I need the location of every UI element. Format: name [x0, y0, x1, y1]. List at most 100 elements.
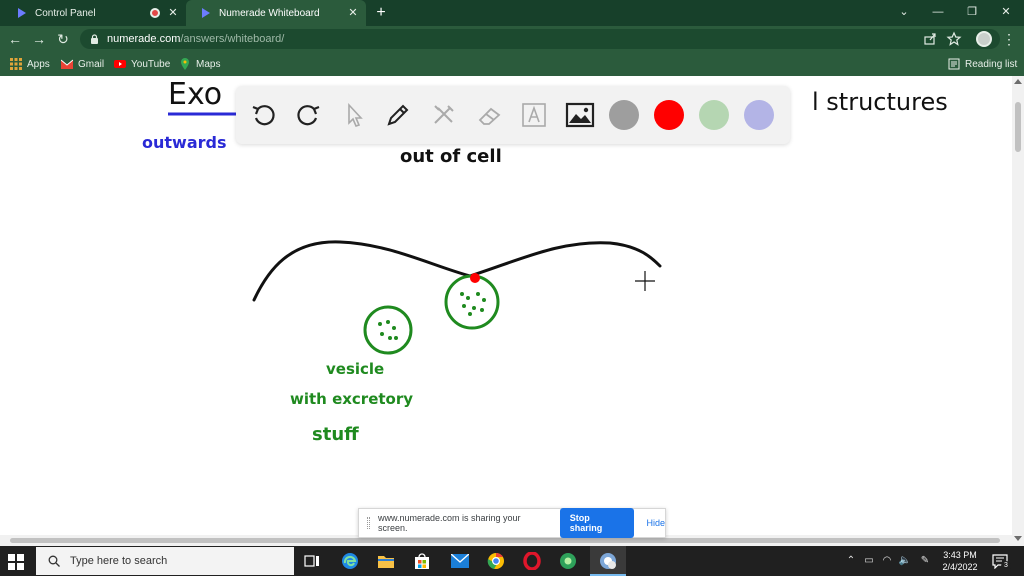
clock-date: 2/4/2022	[942, 562, 978, 572]
search-icon	[48, 555, 60, 567]
search-placeholder: Type here to search	[70, 555, 168, 567]
clock[interactable]: 3:43 PM 2/4/2022	[938, 549, 982, 573]
pen-icon	[387, 104, 409, 126]
lock-icon	[91, 34, 98, 44]
tab-title: Control Panel	[35, 7, 96, 19]
whiteboard-drawing: Exo l structures outwards out of cell ve…	[142, 77, 948, 445]
tab-strip: Control Panel ✕ Numerade Whiteboard ✕ + …	[0, 0, 1024, 26]
back-button[interactable]: ←	[6, 30, 24, 48]
bookmark-label: YouTube	[131, 58, 171, 70]
scroll-up-arrow-icon[interactable]	[1014, 79, 1022, 84]
fusing-vesicle	[444, 274, 500, 330]
forward-button[interactable]: →	[30, 30, 48, 48]
image-tool[interactable]	[564, 99, 596, 131]
bookmark-gmail[interactable]: Gmail	[61, 57, 104, 71]
undo-icon	[252, 105, 275, 126]
tools-icon	[434, 105, 454, 124]
red-marker-dot	[470, 273, 480, 283]
reading-list-button[interactable]: Reading list	[948, 57, 1017, 71]
color-red-swatch[interactable]	[654, 100, 684, 130]
edge-dev-icon[interactable]	[558, 551, 578, 571]
windows-taskbar: Type here to search ⌃ ▭ ◠ 🔈 ✎ 3:43 PM 2/…	[0, 546, 1024, 576]
tab-title: Numerade Whiteboard	[219, 7, 320, 19]
handwritten-vesicle: vesicle	[326, 360, 384, 378]
chrome-icon[interactable]	[486, 551, 506, 571]
url-path: /answers/whiteboard/	[180, 33, 285, 45]
reload-button[interactable]: ↻	[54, 30, 72, 48]
opera-icon[interactable]	[522, 551, 542, 571]
eraser-icon	[478, 107, 501, 125]
taskbar-search-box[interactable]: Type here to search	[36, 547, 294, 575]
whiteboard-canvas[interactable]: Exo l structures outwards out of cell ve…	[0, 76, 1012, 546]
close-tab-icon[interactable]: ✕	[346, 6, 360, 20]
tab-numerade-whiteboard[interactable]: Numerade Whiteboard ✕	[186, 0, 366, 26]
horizontal-scroll-thumb[interactable]	[10, 538, 1000, 543]
tab-search-button[interactable]: ⌄	[894, 3, 914, 21]
address-bar[interactable]: numerade.com/answers/whiteboard/	[80, 29, 1000, 49]
close-window-button[interactable]: ✕	[996, 3, 1016, 21]
vertical-scrollbar[interactable]	[1012, 76, 1024, 546]
stop-sharing-button[interactable]: Stop sharing	[559, 508, 635, 538]
share-icon[interactable]	[922, 31, 938, 47]
hide-button[interactable]: Hide	[646, 518, 665, 528]
file-explorer-icon[interactable]	[376, 551, 396, 571]
url-domain: numerade.com	[107, 33, 181, 45]
apps-grid-icon	[10, 58, 22, 70]
cell-membrane-line	[252, 240, 662, 302]
volume-icon[interactable]: 🔈	[898, 554, 912, 568]
scroll-thumb[interactable]	[1015, 102, 1021, 152]
network-icon[interactable]: ◠	[880, 554, 894, 568]
bookmark-star-icon[interactable]	[946, 31, 962, 47]
notification-count-badge: 3	[1001, 561, 1011, 571]
restore-button[interactable]: ❐	[962, 3, 982, 21]
handwritten-heading-right: l structures	[812, 88, 948, 116]
color-green-swatch[interactable]	[699, 100, 729, 130]
tools-button[interactable]	[428, 99, 460, 131]
screen: Control Panel ✕ Numerade Whiteboard ✕ + …	[0, 0, 1024, 576]
bookmark-youtube[interactable]: YouTube	[114, 57, 170, 71]
numerade-logo-icon	[202, 8, 210, 18]
bookmark-label: Apps	[27, 58, 50, 70]
share-message: www.numerade.com is sharing your screen.	[378, 513, 521, 533]
tray-chevron-icon[interactable]: ⌃	[844, 554, 858, 568]
new-tab-button[interactable]: +	[372, 4, 390, 22]
color-gray-swatch[interactable]	[609, 100, 639, 130]
chrome-profile-icon[interactable]	[598, 551, 618, 571]
eraser-tool[interactable]	[474, 99, 506, 131]
bookmarks-bar: Apps Gmail YouTube Maps Reading list	[0, 52, 1024, 76]
store-icon[interactable]	[412, 551, 432, 571]
bookmark-label: Maps	[196, 58, 221, 70]
windows-start-icon[interactable]	[8, 554, 24, 570]
bookmark-maps[interactable]: Maps	[179, 57, 220, 71]
mail-icon[interactable]	[450, 551, 470, 571]
gmail-icon	[61, 59, 73, 69]
numerade-logo-icon	[18, 8, 26, 18]
reading-list-label: Reading list	[965, 58, 1018, 70]
color-purple-swatch[interactable]	[744, 100, 774, 130]
youtube-icon	[114, 60, 126, 68]
edge-icon[interactable]	[340, 551, 360, 571]
pointer-tool[interactable]	[338, 99, 370, 131]
vesicle-contents	[378, 320, 398, 340]
text-tool[interactable]	[518, 99, 550, 131]
undo-button[interactable]	[248, 99, 280, 131]
redo-button[interactable]	[292, 99, 324, 131]
bookmark-label: Gmail	[78, 58, 105, 70]
bookmark-apps[interactable]: Apps	[10, 57, 50, 71]
crosshair-cursor-icon	[635, 271, 655, 291]
recording-icon	[150, 8, 160, 18]
close-tab-icon[interactable]: ✕	[166, 6, 180, 20]
pen-tool[interactable]	[382, 99, 414, 131]
battery-icon[interactable]: ▭	[862, 554, 876, 568]
scroll-down-arrow-icon[interactable]	[1014, 536, 1022, 541]
pen-workspace-icon[interactable]: ✎	[918, 554, 932, 568]
reading-list-icon	[948, 58, 960, 70]
menu-icon[interactable]: ⋮	[1000, 30, 1018, 48]
task-view-icon[interactable]	[302, 551, 322, 571]
drag-handle-icon[interactable]	[367, 517, 370, 529]
profile-avatar[interactable]	[976, 31, 992, 47]
minimize-button[interactable]: —	[928, 3, 948, 21]
handwritten-heading: Exo	[168, 77, 222, 112]
tab-control-panel[interactable]: Control Panel ✕	[2, 0, 186, 26]
text-icon	[522, 103, 546, 127]
